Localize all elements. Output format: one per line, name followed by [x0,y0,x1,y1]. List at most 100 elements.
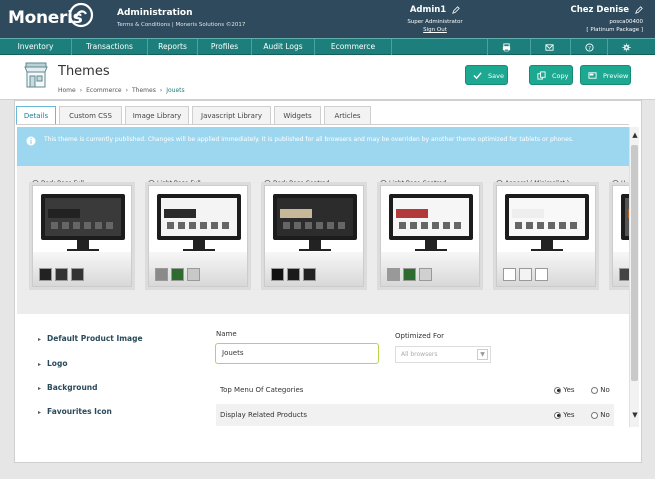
copy-button[interactable]: Copy [529,65,573,85]
tab-widgets[interactable]: Widgets [274,106,321,124]
scroll-thumb[interactable] [631,145,638,381]
theme-option-light-base-centred[interactable]: Light Base Centred [380,173,492,287]
monitor-stand [309,240,321,249]
product-preview [537,222,544,229]
property-background[interactable]: ▸ Background [38,383,98,392]
tab-details[interactable]: Details [16,106,56,125]
banner-preview [164,209,196,218]
preview-icon [588,72,597,79]
nav-reports[interactable]: Reports [148,39,198,55]
theme-thumbnail[interactable] [496,185,596,287]
tab-divider [16,124,629,125]
breadcrumb-separator: › [159,87,163,94]
radio-yes-top-menu[interactable]: Yes [554,386,575,394]
tab-custom-css[interactable]: Custom CSS [59,106,122,124]
nav-ecommerce[interactable]: Ecommerce [315,39,392,55]
theme-thumbnail[interactable] [148,185,248,287]
tab-articles[interactable]: Articles [324,106,371,124]
radio-selected-icon [554,411,561,419]
chevron-down-icon: ▼ [477,349,488,360]
theme-option-light-base-full[interactable]: Light Base Full [148,173,260,287]
breadcrumb-themes[interactable]: Themes [132,87,156,94]
color-swatch [271,268,284,281]
nav-transactions[interactable]: Transactions [72,39,148,55]
monitor-preview [273,194,357,240]
monitor-stand [193,240,205,249]
scrollbar[interactable]: ▲ ▼ [629,127,639,427]
product-preview [106,222,113,229]
save-icon [473,72,482,80]
radio-yes-related-products[interactable]: Yes [554,411,575,419]
theme-name-input[interactable]: Jouets [215,343,379,364]
property-logo[interactable]: ▸ Logo [38,359,67,368]
scroll-down-arrow[interactable]: ▼ [631,411,639,419]
radio-no-related-products[interactable]: No [591,411,610,419]
mail-button[interactable] [530,39,568,55]
user-name: Admin1 [409,5,447,15]
color-swatches [271,266,319,285]
product-preview [338,222,345,229]
color-swatch [535,268,548,281]
breadcrumb-ecommerce[interactable]: Ecommerce [86,87,121,94]
info-icon [26,136,36,146]
breadcrumb-current: Jouets [166,87,185,94]
theme-option-dark-base-full[interactable]: Dark Base Full [32,173,144,287]
product-preview [570,222,577,229]
color-swatches [387,266,435,285]
published-notice: This theme is currently published. Chang… [17,127,630,166]
property-default-product-image[interactable]: ▸ Default Product Image [38,334,143,343]
product-preview [327,222,334,229]
breadcrumb-home[interactable]: Home [58,87,76,94]
color-swatch [71,268,84,281]
color-swatches [503,266,551,285]
product-preview [526,222,533,229]
theme-thumbnail[interactable] [264,185,364,287]
theme-option-apparel-minimalist[interactable]: Apparel ( Minimalist ) [496,173,608,287]
color-swatch [55,268,68,281]
print-button[interactable] [487,39,525,55]
preview-label: Preview [603,72,629,80]
tab-image-library[interactable]: Image Library [125,106,189,124]
theme-option-dark-base-centred[interactable]: Dark Base Centred [264,173,376,287]
screen-preview [45,198,121,236]
nav-audit-logs[interactable]: Audit Logs [252,39,315,55]
nav-profiles[interactable]: Profiles [198,39,252,55]
product-preview [84,222,91,229]
notice-text: This theme is currently published. Chang… [44,136,574,143]
monitor-base [415,249,447,251]
yes-label: Yes [563,386,575,394]
product-preview [399,222,406,229]
monitor-stand [425,240,437,249]
theme-thumbnail[interactable] [380,185,480,287]
theme-thumbnail[interactable] [612,185,630,287]
store-id: posca00400 [609,19,643,25]
property-favourites-icon[interactable]: ▸ Favourites Icon [38,407,112,416]
no-label: No [600,386,610,394]
setting-label: Display Related Products [220,411,308,419]
product-preview [167,222,174,229]
store-name: Chez Denise [570,5,630,15]
name-label: Name [216,330,237,338]
sign-out-link[interactable]: Sign Out [385,27,485,33]
theme-option-h[interactable]: H [612,173,630,287]
scroll-up-arrow[interactable]: ▲ [631,131,639,139]
theme-thumbnail[interactable] [32,185,132,287]
radio-no-top-menu[interactable]: No [591,386,610,394]
caret-right-icon: ▸ [38,385,42,392]
color-swatch [171,268,184,281]
settings-button[interactable] [607,39,655,55]
help-button[interactable]: ? [570,39,608,55]
no-label: No [600,411,610,419]
nav-inventory[interactable]: Inventory [0,39,72,55]
app-subtitle[interactable]: Terms & Conditions | Moneris Solutions ©… [117,22,245,28]
optimized-for-select[interactable]: All browsers ▼ [395,346,491,363]
preview-button[interactable]: Preview [580,65,631,85]
copy-label: Copy [552,72,569,80]
color-swatch [403,268,416,281]
color-swatch [503,268,516,281]
pencil-icon[interactable] [635,5,643,14]
tab-javascript-library[interactable]: Javascript Library [192,106,271,124]
save-button[interactable]: Save [465,65,508,85]
product-preview [62,222,69,229]
pencil-icon[interactable] [452,5,460,14]
